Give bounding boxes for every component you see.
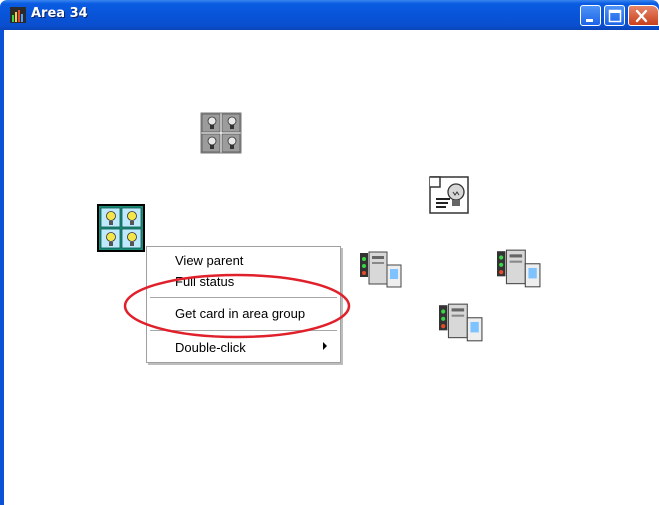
area-group-icon[interactable] bbox=[200, 112, 242, 154]
highlight-ellipse bbox=[123, 273, 351, 339]
menu-item-view-parent[interactable]: View parent bbox=[175, 253, 243, 268]
submenu-arrow-icon bbox=[323, 342, 327, 350]
controller-card-icon[interactable] bbox=[360, 251, 402, 289]
close-icon bbox=[635, 9, 648, 23]
area-window: Area 34 View parent Full status Get card… bbox=[0, 0, 659, 505]
lighting-output-icon[interactable] bbox=[428, 175, 472, 215]
graph-icon[interactable] bbox=[10, 7, 26, 23]
close-button[interactable] bbox=[628, 5, 659, 26]
window-title: Area 34 bbox=[31, 6, 88, 21]
maximize-icon bbox=[608, 9, 622, 23]
selected-area-group-icon[interactable] bbox=[97, 204, 145, 252]
controller-card-icon[interactable] bbox=[497, 249, 541, 289]
title-bar[interactable]: Area 34 bbox=[0, 0, 659, 30]
minimize-button[interactable] bbox=[580, 5, 601, 26]
maximize-button[interactable] bbox=[604, 5, 625, 26]
controller-card-icon[interactable] bbox=[439, 303, 483, 343]
minimize-icon bbox=[586, 19, 593, 22]
menu-item-double-click[interactable]: Double-click bbox=[175, 340, 246, 355]
